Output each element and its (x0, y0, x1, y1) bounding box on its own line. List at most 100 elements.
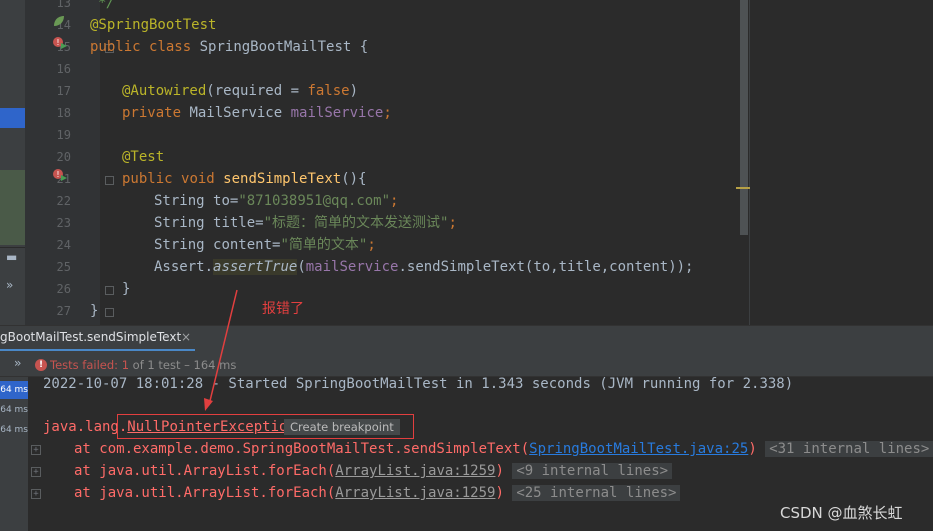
expand-icon[interactable]: + (31, 467, 41, 477)
tests-failed-label: Tests failed: (50, 358, 122, 372)
code-token: .sendSimpleText(to,title,content)); (398, 259, 694, 275)
stack-trace-line: at java.util.ArrayList.forEach(ArrayList… (74, 460, 673, 482)
var-token: title= (213, 215, 264, 231)
code-line-22: String to="871038951@qq.com"; (154, 190, 398, 212)
minimize-icon[interactable]: ▬ (6, 250, 17, 264)
source-link[interactable]: SpringBootMailTest.java:25 (529, 441, 748, 457)
line-number: 17 (56, 84, 71, 98)
editor-gutter: 13 14 15 16 17 18 19 20 21 22 23 24 25 2… (25, 0, 114, 325)
line-number: 24 (56, 238, 71, 252)
watermark: CSDN @血煞长虹 (780, 504, 903, 522)
failed-count: 1 (121, 358, 130, 372)
keyword-token: public (90, 39, 141, 55)
line-number: 26 (56, 282, 71, 296)
editor-scrollbar[interactable] (740, 0, 748, 235)
more-actions-icon[interactable]: » (14, 356, 21, 370)
close-icon[interactable]: × (181, 330, 191, 344)
console-started-line: 2022-10-07 18:01:28 - Started SpringBoot… (43, 376, 794, 392)
trace-suffix: ) (748, 441, 757, 457)
code-line-18: private MailService mailService; (122, 102, 392, 124)
internal-lines-fold[interactable]: <31 internal lines> (765, 441, 933, 457)
field-token: mailService (305, 259, 399, 275)
line-number: 23 (56, 216, 71, 230)
expand-icon[interactable]: + (31, 489, 41, 499)
warning-stripe-marker[interactable] (736, 187, 750, 189)
annotation-highlight-box (117, 414, 414, 439)
code-token: (required = (206, 83, 308, 99)
type-token: String (154, 193, 205, 209)
brace-token: } (122, 281, 131, 297)
stack-trace-line: at java.util.ArrayList.forEach(ArrayList… (74, 482, 681, 504)
keyword-token: false (307, 83, 350, 99)
test-failed-icon: ! (35, 359, 47, 371)
line-number: 25 (56, 260, 71, 274)
code-line-14: @SpringBootTest (90, 14, 216, 36)
exception-prefix: java.lang. (43, 419, 128, 435)
code-line-25: Assert.assertTrue(mailService.sendSimple… (154, 256, 693, 278)
method-name-token: sendSimpleText (223, 171, 342, 187)
annotation-token: @SpringBootTest (90, 17, 217, 33)
line-number: 20 (56, 150, 71, 164)
semicolon-token: ; (448, 215, 457, 231)
tool-window-divider (0, 247, 25, 248)
code-line-26: } (122, 278, 130, 300)
string-token: "简单的文本" (280, 237, 368, 253)
test-tree-row[interactable]: 64 ms (0, 401, 28, 419)
code-line-23: String title="标题：简单的文本发送测试"; (154, 212, 457, 234)
trace-prefix: at java.util.ArrayList.forEach( (74, 485, 336, 501)
code-line-17: @Autowired(required = false) (122, 80, 358, 102)
project-tool-window-edge (0, 0, 25, 325)
internal-lines-fold[interactable]: <9 internal lines> (512, 463, 673, 479)
type-token: MailService (189, 105, 283, 121)
class-name-token: SpringBootMailTest { (199, 39, 369, 55)
keyword-token: public (122, 171, 173, 187)
annotation-token: @Autowired (122, 83, 207, 99)
var-token: to= (213, 193, 239, 209)
test-status-text: Tests failed: 1 of 1 test – 164 ms (50, 358, 236, 372)
trace-prefix: at java.util.ArrayList.forEach( (74, 463, 336, 479)
source-link[interactable]: ArrayList.java:1259 (335, 463, 495, 479)
comment-end: */ (98, 0, 115, 11)
code-line-27: } (90, 300, 98, 322)
test-tree-row[interactable]: 64 ms (0, 381, 28, 399)
code-line-21: public void sendSimpleText(){ (122, 168, 366, 190)
assert-method-token: assertTrue (213, 259, 298, 275)
spring-bean-icon[interactable] (52, 14, 66, 36)
right-empty-panel (749, 0, 933, 325)
code-token: Assert. (154, 259, 214, 275)
code-line-24: String content="简单的文本"; (154, 234, 376, 256)
trace-suffix: ) (495, 463, 504, 479)
code-token: ) (349, 83, 359, 99)
expand-more-icon[interactable]: » (6, 278, 13, 292)
trace-suffix: ) (495, 485, 504, 501)
line-number: 18 (56, 106, 71, 120)
trace-prefix: at com.example.demo.SpringBootMailTest.s… (74, 441, 530, 457)
project-tree-highlight (0, 170, 25, 245)
internal-lines-fold[interactable]: <25 internal lines> (512, 485, 681, 501)
source-link[interactable]: ArrayList.java:1259 (335, 485, 495, 501)
code-token: (){ (341, 171, 367, 187)
svg-text:!: ! (56, 38, 59, 47)
field-token: mailService (290, 105, 384, 121)
project-tree-selected-row[interactable] (0, 108, 25, 128)
keyword-token: class (149, 39, 192, 55)
test-results-tree: 64 ms 64 ms 64 ms (0, 377, 28, 531)
test-failed-run-icon[interactable]: ! (52, 168, 68, 190)
string-token: "标题：简单的文本发送测试" (263, 215, 449, 231)
test-failed-run-icon[interactable]: ! (52, 36, 68, 58)
type-token: String (154, 215, 205, 231)
brace-token: } (90, 303, 99, 319)
var-token: content= (213, 237, 281, 253)
expand-icon[interactable]: + (31, 445, 41, 455)
annotation-note: 报错了 (262, 301, 304, 317)
test-tree-row[interactable]: 64 ms (0, 421, 28, 439)
line-number: 19 (56, 128, 71, 142)
keyword-token: private (122, 105, 182, 121)
svg-text:!: ! (56, 170, 59, 179)
annotation-token: @Test (122, 149, 165, 165)
run-tab-label[interactable]: gBootMailTest.sendSimpleText (0, 330, 181, 344)
stack-trace-line: at com.example.demo.SpringBootMailTest.s… (74, 438, 933, 460)
line-number: 16 (56, 62, 71, 76)
status-rest: of 1 test – 164 ms (129, 358, 237, 372)
keyword-token: void (181, 171, 215, 187)
